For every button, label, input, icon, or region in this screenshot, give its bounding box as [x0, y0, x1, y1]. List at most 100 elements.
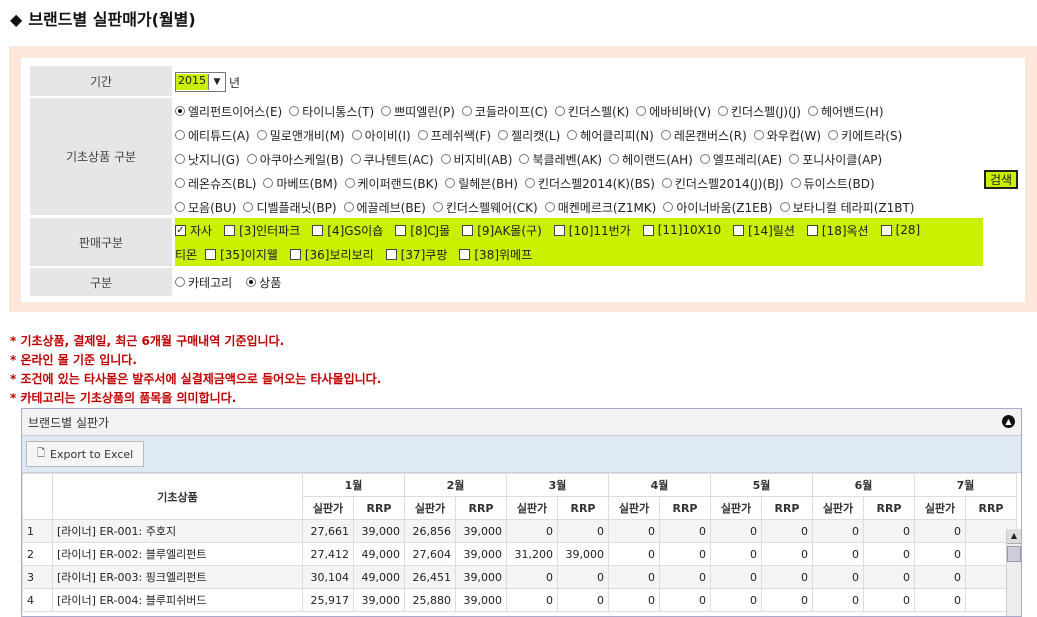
brand-radio-option[interactable]: 모음(BU) — [175, 199, 236, 216]
mall-checkbox-option[interactable]: ✓ 자사 — [175, 222, 212, 239]
brand-radio-option[interactable]: 프레쉬쌕(F) — [417, 127, 491, 144]
checkbox[interactable] — [553, 224, 565, 236]
mall-checkbox-option[interactable]: [9]AK몰(구) — [462, 222, 542, 239]
vertical-scrollbar[interactable]: ▲ — [1006, 529, 1021, 616]
radio-button[interactable] — [779, 202, 790, 212]
checkbox[interactable] — [289, 248, 301, 260]
brand-radio-option[interactable]: 젤리캣(L) — [498, 127, 560, 144]
brand-radio-option[interactable]: 마베뜨(BM) — [263, 175, 338, 192]
brand-radio-option[interactable]: 키에트라(S) — [828, 127, 902, 144]
radio-button[interactable] — [807, 106, 818, 116]
checkbox[interactable] — [385, 248, 397, 260]
brand-radio-option[interactable]: 코들라이프(C) — [461, 103, 548, 120]
brand-radio-option[interactable]: 킨더스펠2014(K)(BS) — [524, 175, 655, 192]
brand-radio-option[interactable]: 킨더스펠(K) — [554, 103, 629, 120]
brand-radio-option[interactable]: 에티튜드(A) — [175, 127, 250, 144]
scroll-thumb[interactable] — [1007, 546, 1021, 562]
radio-button[interactable] — [246, 277, 257, 287]
table-row[interactable]: 3 [라이너] ER-003: 핑크엘리펀트 30,104 49,000 26,451 3… — [22, 565, 1017, 589]
brand-radio-option[interactable]: 레온슈즈(BL) — [175, 175, 256, 192]
checkbox[interactable] — [642, 224, 654, 236]
brand-radio-option[interactable]: 북클레벤(AK) — [519, 151, 602, 168]
brand-radio-option[interactable]: 킨더스펠(J)(J) — [718, 103, 801, 120]
radio-button[interactable] — [789, 154, 800, 164]
brand-radio-option[interactable]: 엘리펀트이어스(E) — [175, 103, 282, 120]
radio-button[interactable] — [636, 106, 647, 116]
brand-radio-option[interactable]: 밀로앤개비(M) — [256, 127, 345, 144]
radio-button[interactable] — [350, 154, 361, 164]
radio-button[interactable] — [753, 130, 764, 140]
radio-button[interactable] — [344, 178, 355, 188]
mall-checkbox-option[interactable]: [37]쿠팡 — [385, 246, 447, 263]
table-row[interactable]: 1 [라이너] ER-001: 주호지 27,661 39,000 26,856 39,0… — [22, 519, 1017, 543]
radio-button[interactable] — [660, 130, 671, 140]
radio-button[interactable] — [175, 130, 185, 140]
radio-button[interactable] — [417, 130, 428, 140]
checkbox[interactable] — [806, 224, 818, 236]
scroll-up-icon[interactable]: ▲ — [1007, 529, 1021, 544]
search-button[interactable]: 검색 — [984, 170, 1018, 189]
mall-checkbox-option[interactable]: [11]10X10 — [642, 223, 721, 237]
radio-button[interactable] — [175, 154, 185, 164]
brand-radio-option[interactable]: 헤어클리피(N) — [567, 127, 654, 144]
radio-button[interactable] — [343, 202, 354, 212]
division-radio-option[interactable]: 카테고리 — [175, 274, 232, 291]
radio-button[interactable] — [699, 154, 710, 164]
checkbox[interactable] — [462, 224, 474, 236]
brand-radio-option[interactable]: 보타니컬 테라피(Z1BT) — [779, 199, 915, 216]
collapse-icon[interactable]: ▲ — [1002, 415, 1015, 428]
brand-radio-option[interactable]: 아이비(I) — [351, 127, 411, 144]
brand-radio-option[interactable]: 비지비(AB) — [440, 151, 512, 168]
export-excel-button[interactable]: 🗋 Export to Excel — [26, 441, 145, 467]
brand-radio-option[interactable]: 엘프레리(AE) — [699, 151, 782, 168]
mall-checkbox-option[interactable]: [18]옥션 — [806, 222, 869, 239]
brand-radio-option[interactable]: 매켄메르크(Z1MK) — [544, 199, 656, 216]
mall-checkbox-option[interactable]: [10]11번가 — [553, 222, 631, 239]
brand-radio-option[interactable]: 쁘띠엘린(P) — [381, 103, 455, 120]
checkbox[interactable] — [459, 248, 471, 260]
mall-checkbox-option[interactable]: [3]인터파크 — [224, 222, 300, 239]
radio-button[interactable] — [554, 106, 565, 116]
mall-checkbox-option[interactable]: [8]CJ몰 — [395, 222, 450, 239]
mall-checkbox-option[interactable]: [35]이지웰 — [205, 246, 278, 263]
checkbox[interactable] — [224, 224, 236, 236]
radio-button[interactable] — [790, 178, 801, 188]
brand-radio-option[interactable]: 아쿠아스케일(B) — [246, 151, 344, 168]
radio-button[interactable] — [524, 178, 535, 188]
radio-button[interactable] — [246, 154, 257, 164]
brand-radio-option[interactable]: 에바비바(V) — [636, 103, 711, 120]
radio-button[interactable] — [461, 106, 472, 116]
brand-radio-option[interactable]: 킨더스펠웨어(CK) — [432, 199, 538, 216]
brand-radio-option[interactable]: 타이니통스(T) — [289, 103, 374, 120]
radio-button[interactable] — [609, 154, 620, 164]
table-row[interactable]: 2 [라이너] ER-002: 블루엘리펀트 27,412 49,000 27,604 3… — [22, 542, 1017, 566]
brand-radio-option[interactable]: 듀이스트(BD) — [790, 175, 875, 192]
radio-button[interactable] — [567, 130, 578, 140]
year-select[interactable]: 2015 ▼ — [175, 72, 226, 92]
radio-button[interactable] — [544, 202, 555, 212]
radio-button[interactable] — [519, 154, 530, 164]
checkbox[interactable] — [733, 224, 745, 236]
radio-button[interactable] — [175, 106, 185, 116]
brand-radio-option[interactable]: 케이퍼랜드(BK) — [344, 175, 438, 192]
mall-checkbox-option[interactable]: [28] — [880, 223, 920, 237]
radio-button[interactable] — [440, 154, 451, 164]
brand-radio-option[interactable]: 헤이랜드(AH) — [609, 151, 693, 168]
checkbox[interactable] — [312, 224, 324, 236]
checkbox[interactable] — [880, 224, 892, 236]
chevron-down-icon[interactable]: ▼ — [208, 74, 225, 90]
brand-radio-option[interactable]: 쿠나텐트(AC) — [350, 151, 434, 168]
radio-button[interactable] — [175, 277, 185, 287]
brand-radio-option[interactable]: 레몬캔버스(R) — [660, 127, 747, 144]
radio-button[interactable] — [256, 130, 267, 140]
table-row[interactable]: 4 [라이너] ER-004: 블루피쉬버드 25,917 39,000 25,880 3… — [22, 588, 1017, 612]
radio-button[interactable] — [498, 130, 509, 140]
brand-radio-option[interactable]: 아이너바움(Z1EB) — [663, 199, 773, 216]
radio-button[interactable] — [175, 178, 185, 188]
brand-radio-option[interactable]: 릴헤븐(BH) — [445, 175, 518, 192]
division-radio-option[interactable]: 상품 — [246, 274, 281, 291]
mall-checkbox-option[interactable]: [38]위메프 — [459, 246, 532, 263]
mall-checkbox-option[interactable]: [14]릴션 — [733, 222, 795, 239]
radio-button[interactable] — [381, 106, 392, 116]
radio-button[interactable] — [263, 178, 274, 188]
